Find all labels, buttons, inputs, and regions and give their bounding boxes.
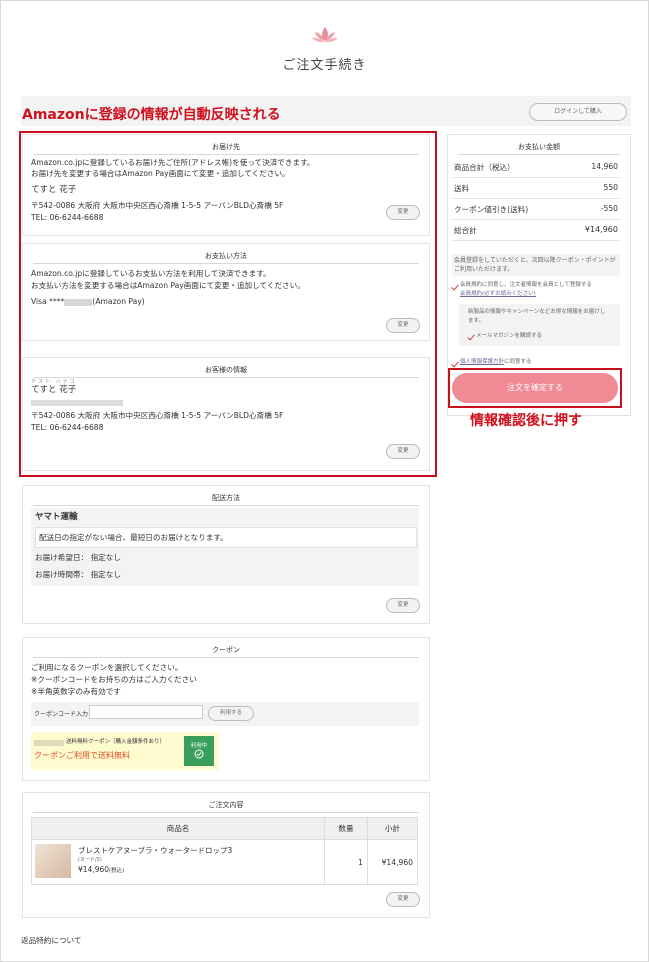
- lotus-logo-icon: [312, 27, 338, 43]
- column-product: 商品名: [31, 817, 325, 840]
- product-price: ¥14,960(税込): [78, 865, 124, 874]
- annotation-highlight-box: [19, 131, 437, 477]
- product-cell: ブレストケアヌーブラ・ウォータードロップ3 (ヌード/3) ¥14,960(税込…: [31, 839, 325, 885]
- summary-label: クーポン値引き(送料): [454, 205, 529, 214]
- shipping-change-button[interactable]: 変更: [386, 598, 420, 613]
- newsletter-checkbox[interactable]: [468, 334, 474, 340]
- product-price-value: ¥14,960: [78, 865, 110, 874]
- summary-row-shipping: 送料 550: [452, 177, 620, 199]
- delivery-time-value: 指定なし: [90, 570, 121, 579]
- summary-value: 14,960: [591, 162, 618, 171]
- table-row: ブレストケアヌーブラ・ウォータードロップ3 (ヌード/3) ¥14,960(税込…: [31, 839, 418, 885]
- page-title: ご注文手続き: [282, 58, 367, 73]
- summary-row-total: 総合計 ¥14,960: [452, 219, 620, 241]
- order-change-button[interactable]: 変更: [386, 892, 420, 907]
- product-variant: (ヌード/3): [78, 857, 102, 863]
- shipping-heading: 配送方法: [33, 486, 419, 506]
- summary-row-coupon: クーポン値引き(送料) -550: [452, 198, 620, 220]
- payment-summary-heading: お支払い金額: [458, 135, 620, 155]
- coupon-apply-button[interactable]: 利用する: [208, 706, 254, 721]
- check-circle-icon: [194, 749, 204, 759]
- coupon-code-input[interactable]: [89, 705, 203, 719]
- summary-value: -550: [600, 204, 618, 213]
- login-button[interactable]: ログインして購入: [529, 103, 627, 121]
- free-coupon-title: 送料無料クーポン（購入金額条件あり）: [66, 739, 166, 745]
- shipping-carrier: ヤマト運輸: [35, 512, 78, 522]
- summary-value: ¥14,960: [584, 225, 618, 234]
- annotation-confirm-hint: 情報確認後に押す: [470, 413, 582, 429]
- coupon-in-use-badge[interactable]: 利用中: [184, 736, 214, 766]
- newsletter-label: メールマガジンを購読する: [476, 333, 543, 339]
- newsletter-desc2: ます。: [468, 318, 484, 324]
- coupon-code-blurred: [34, 740, 64, 746]
- delivery-date: お届け希望日： 指定なし: [35, 552, 121, 563]
- delivery-time-label: お届け時間帯：: [35, 570, 89, 579]
- privacy-policy-link[interactable]: 個人情報保護方針: [460, 359, 504, 365]
- summary-value: 550: [603, 183, 619, 192]
- coupon-line3: ※半角英数字のみ有効です: [31, 687, 121, 696]
- column-qty: 数量: [324, 817, 368, 840]
- summary-row-subtotal: 商品合計（税込） 14,960: [452, 156, 620, 178]
- summary-label: 送料: [454, 184, 470, 193]
- product-subtotal: ¥14,960: [367, 839, 418, 885]
- membership-desc: 会員登録をしていただくと、次回以降クーポン・ポイントがご利用いただけます。: [454, 257, 616, 273]
- free-coupon-desc: クーポンご利用で送料無料: [34, 751, 130, 760]
- product-tax-note: (税込): [109, 868, 125, 874]
- coupon-code-label: クーポンコード入力: [34, 711, 89, 718]
- order-contents-heading: ご注文内容: [33, 793, 419, 813]
- privacy-checkbox[interactable]: [452, 361, 458, 367]
- register-member-checkbox[interactable]: [452, 284, 458, 290]
- privacy-suffix: に同意する: [504, 359, 532, 365]
- annotation-auto-reflect: Amazonに登録の情報が自動反映される: [22, 104, 285, 124]
- delivery-time: お届け時間帯： 指定なし: [35, 569, 121, 580]
- newsletter-desc1: 新製品の情報やキャンペーンなどお得な情報をお届けし: [468, 309, 606, 315]
- in-use-label: 利用中: [190, 743, 208, 749]
- product-image[interactable]: [35, 844, 71, 878]
- column-subtotal: 小計: [367, 817, 418, 840]
- coupon-line1: ご利用になるクーポンを選択してください。: [31, 663, 183, 672]
- delivery-date-value: 指定なし: [90, 553, 121, 562]
- coupon-line2: ※クーポンコードをお持ちの方はご入力ください: [31, 675, 197, 684]
- summary-label: 商品合計（税込）: [454, 163, 515, 172]
- summary-label: 総合計: [454, 226, 477, 235]
- returns-policy-link[interactable]: 返品特約について: [21, 935, 82, 946]
- coupon-heading: クーポン: [33, 638, 419, 658]
- product-name[interactable]: ブレストケアヌーブラ・ウォータードロップ3: [78, 845, 232, 856]
- product-qty: 1: [324, 839, 368, 885]
- shipping-note: 配送日の指定がない場合、最短日のお届けとなります。: [39, 533, 228, 542]
- delivery-date-label: お届け希望日：: [35, 553, 89, 562]
- member-terms-link[interactable]: 会員規約(必ずお読みください): [460, 289, 536, 300]
- order-items-table: 商品名 数量 小計 ブレストケアヌーブラ・ウォータードロップ3 (ヌード/3) …: [31, 817, 418, 885]
- privacy-agree: 個人情報保護方針に同意する: [460, 357, 532, 368]
- annotation-confirm-box: [448, 368, 622, 408]
